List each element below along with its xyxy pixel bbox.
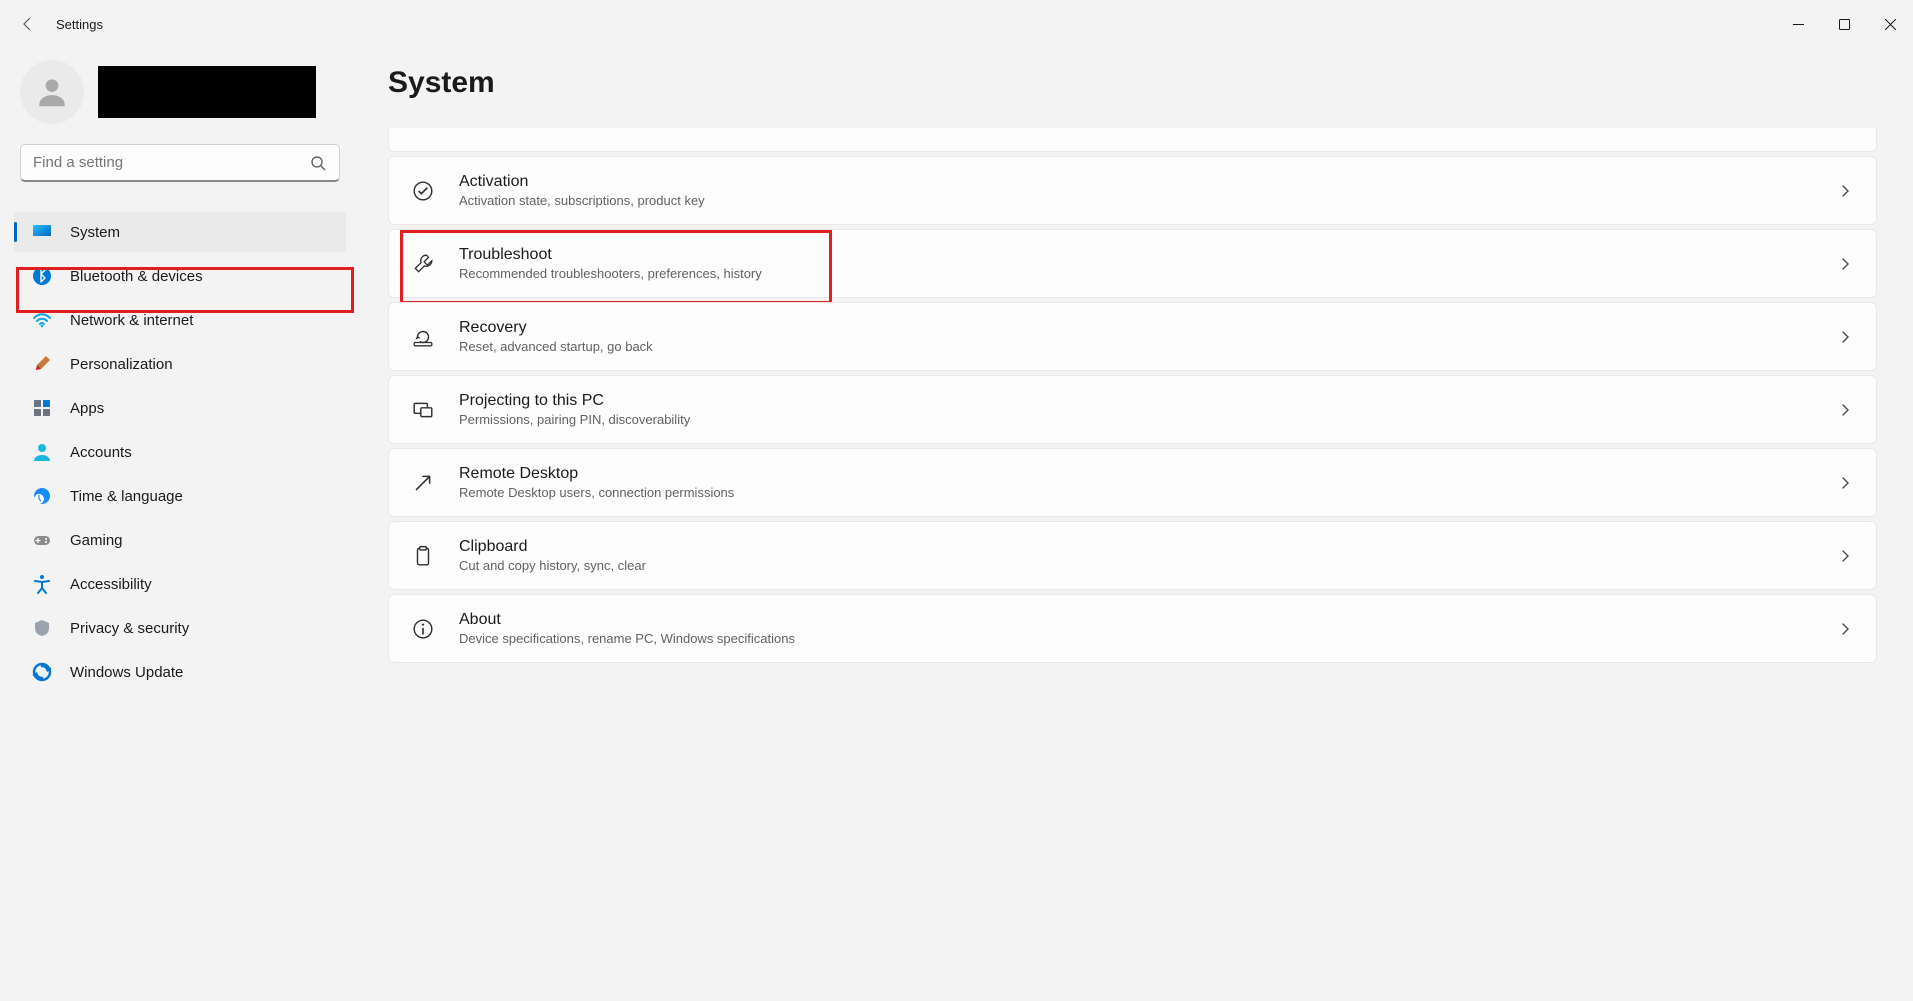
main-content: System Activation Activation state, subsc… [360, 48, 1913, 1001]
shield-icon [32, 618, 52, 638]
setting-card-recovery[interactable]: Recovery Reset, advanced startup, go back [388, 302, 1877, 371]
sidebar-item-apps[interactable]: Apps [14, 388, 346, 428]
sidebar-item-label: Gaming [70, 532, 123, 549]
card-description: Recommended troubleshooters, preferences… [459, 266, 762, 281]
update-icon [32, 662, 52, 682]
wifi-icon [32, 310, 52, 330]
card-description: Device specifications, rename PC, Window… [459, 631, 795, 646]
sidebar: System Bluetooth & devices Network & inter… [0, 48, 360, 1001]
check-circle-icon [409, 177, 437, 205]
sidebar-item-accounts[interactable]: Accounts [14, 432, 346, 472]
card-title: Projecting to this PC [459, 392, 690, 410]
clock-globe-icon [32, 486, 52, 506]
project-icon [409, 396, 437, 424]
card-title: Troubleshoot [459, 246, 762, 264]
card-description: Cut and copy history, sync, clear [459, 558, 646, 573]
card-partial-top[interactable] [388, 128, 1877, 152]
page-title: System [388, 66, 1913, 100]
sidebar-item-label: Time & language [70, 488, 183, 505]
chevron-right-icon [1838, 330, 1852, 344]
bluetooth-icon [32, 266, 52, 286]
window-controls [1775, 8, 1913, 40]
setting-card-clipboard[interactable]: Clipboard Cut and copy history, sync, cle… [388, 521, 1877, 590]
display-icon [32, 222, 52, 242]
maximize-button[interactable] [1821, 8, 1867, 40]
profile-name-redacted [98, 66, 316, 118]
chevron-right-icon [1838, 476, 1852, 490]
avatar [20, 60, 84, 124]
person-icon [32, 442, 52, 462]
wrench-icon [409, 250, 437, 278]
sidebar-item-bluetooth-devices[interactable]: Bluetooth & devices [14, 256, 346, 296]
card-title: Remote Desktop [459, 465, 734, 483]
chevron-right-icon [1838, 549, 1852, 563]
sidebar-item-accessibility[interactable]: Accessibility [14, 564, 346, 604]
sidebar-item-windows-update[interactable]: Windows Update [14, 652, 346, 692]
card-title: Clipboard [459, 538, 646, 556]
card-title: About [459, 611, 795, 629]
profile-block[interactable] [0, 60, 360, 144]
gamepad-icon [32, 530, 52, 550]
setting-card-troubleshoot[interactable]: Troubleshoot Recommended troubleshooters,… [388, 229, 1877, 298]
minimize-button[interactable] [1775, 8, 1821, 40]
card-title: Activation [459, 173, 705, 191]
sidebar-item-label: Personalization [70, 356, 173, 373]
search-icon [310, 155, 326, 171]
chevron-right-icon [1838, 184, 1852, 198]
sidebar-item-label: Apps [70, 400, 104, 417]
close-button[interactable] [1867, 8, 1913, 40]
brush-icon [32, 354, 52, 374]
sidebar-item-privacy-security[interactable]: Privacy & security [14, 608, 346, 648]
window-title: Settings [56, 17, 103, 32]
sidebar-item-label: System [70, 224, 120, 241]
sidebar-item-label: Accounts [70, 444, 132, 461]
titlebar: Settings [0, 0, 1913, 48]
sidebar-item-gaming[interactable]: Gaming [14, 520, 346, 560]
back-button[interactable] [18, 14, 38, 34]
apps-icon [32, 398, 52, 418]
sidebar-item-label: Network & internet [70, 312, 193, 329]
accessibility-icon [32, 574, 52, 594]
sidebar-item-personalization[interactable]: Personalization [14, 344, 346, 384]
card-description: Remote Desktop users, connection permiss… [459, 485, 734, 500]
card-description: Permissions, pairing PIN, discoverabilit… [459, 412, 690, 427]
setting-card-remote-desktop[interactable]: Remote Desktop Remote Desktop users, conn… [388, 448, 1877, 517]
setting-card-activation[interactable]: Activation Activation state, subscription… [388, 156, 1877, 225]
sidebar-item-time-language[interactable]: Time & language [14, 476, 346, 516]
setting-card-about[interactable]: About Device specifications, rename PC, W… [388, 594, 1877, 663]
setting-card-projecting-to-this-pc[interactable]: Projecting to this PC Permissions, pairin… [388, 375, 1877, 444]
clipboard-icon [409, 542, 437, 570]
sidebar-item-label: Windows Update [70, 664, 183, 681]
sidebar-item-system[interactable]: System [14, 212, 346, 252]
search-box[interactable] [20, 144, 340, 182]
search-input[interactable] [20, 144, 340, 182]
sidebar-item-label: Privacy & security [70, 620, 189, 637]
card-description: Activation state, subscriptions, product… [459, 193, 705, 208]
sidebar-item-label: Bluetooth & devices [70, 268, 203, 285]
nav-list: System Bluetooth & devices Network & inter… [0, 212, 360, 692]
chevron-right-icon [1838, 403, 1852, 417]
chevron-right-icon [1838, 622, 1852, 636]
chevron-right-icon [1838, 257, 1852, 271]
sidebar-item-network-internet[interactable]: Network & internet [14, 300, 346, 340]
remote-icon [409, 469, 437, 497]
card-title: Recovery [459, 319, 653, 337]
recovery-icon [409, 323, 437, 351]
sidebar-item-label: Accessibility [70, 576, 152, 593]
card-description: Reset, advanced startup, go back [459, 339, 653, 354]
settings-card-list: Activation Activation state, subscription… [388, 128, 1913, 663]
info-icon [409, 615, 437, 643]
